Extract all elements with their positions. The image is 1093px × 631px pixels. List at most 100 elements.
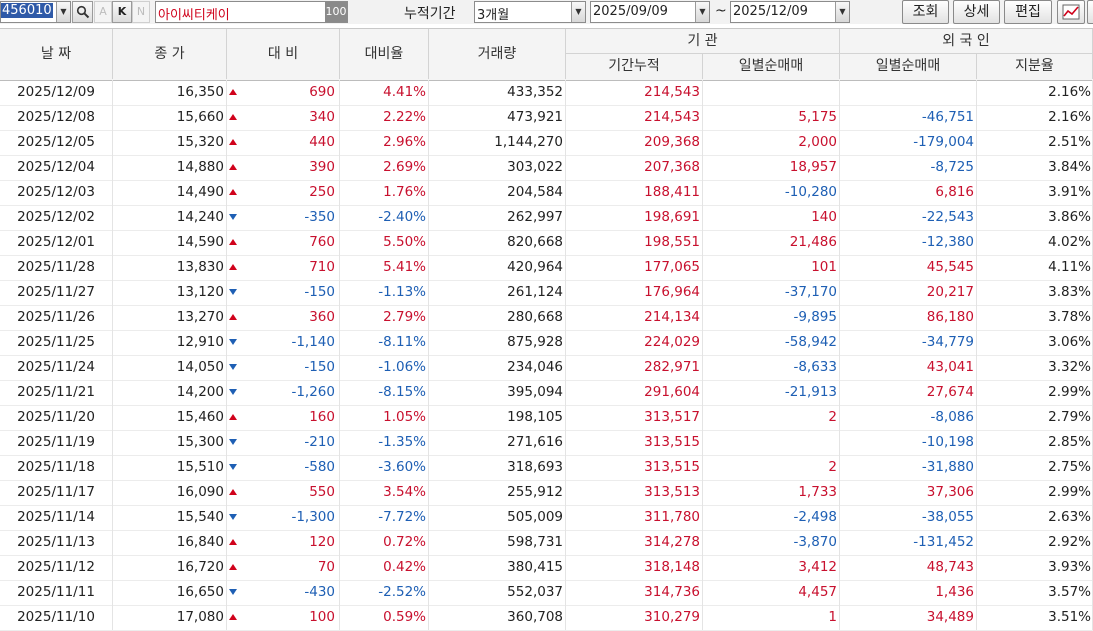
table-row[interactable]: 2025/11/26 13,270 360 2.79% 280,668 214,134 -9… [0, 305, 1093, 331]
foreign-holding-cell: 4.11% [977, 255, 1093, 280]
market-a-button[interactable]: A [94, 1, 112, 23]
inst-daily-cell [703, 430, 840, 455]
chart-icon[interactable] [1057, 0, 1085, 24]
foreign-holding-cell: 3.51% [977, 605, 1093, 630]
period-select[interactable]: 3개월 ▼ [474, 1, 586, 23]
start-date-dropdown-arrow-icon[interactable]: ▼ [695, 2, 709, 22]
table-row[interactable]: 2025/12/01 14,590 760 5.50% 820,668 198,551 21… [0, 230, 1093, 256]
change-rate-cell: 3.54% [340, 480, 429, 505]
foreign-holding-cell: 2.99% [977, 380, 1093, 405]
volume-cell: 360,708 [429, 605, 566, 630]
more-icon[interactable] [1087, 0, 1093, 24]
table-row[interactable]: 2025/11/14 15,540 -1,300 -7.72% 505,009 311,7… [0, 505, 1093, 531]
foreign-daily-cell: 34,489 [840, 605, 977, 630]
col-diff-header[interactable]: 대 비 [227, 29, 340, 79]
inst-cumulative-cell: 313,515 [566, 430, 703, 455]
inst-cumulative-cell: 313,517 [566, 405, 703, 430]
edit-button[interactable]: 편집 [1004, 0, 1052, 24]
market-n-button[interactable]: N [132, 1, 150, 23]
volume-cell: 433,352 [429, 80, 566, 105]
close-price-cell: 14,050 [113, 355, 227, 380]
table-row[interactable]: 2025/12/08 15,660 340 2.22% 473,921 214,543 5,… [0, 105, 1093, 131]
detail-button[interactable]: 상세 [953, 0, 1000, 24]
table-row[interactable]: 2025/11/11 16,650 -430 -2.52% 552,037 314,736… [0, 580, 1093, 606]
inst-daily-cell: 21,486 [703, 230, 840, 255]
volume-cell: 262,997 [429, 205, 566, 230]
col-foreign-daily-header[interactable]: 일별순매매 [840, 54, 977, 79]
volume-cell: 473,921 [429, 105, 566, 130]
col-close-header[interactable]: 종 가 [113, 29, 227, 79]
inst-daily-cell: 2,000 [703, 130, 840, 155]
table-row[interactable]: 2025/11/20 15,460 160 1.05% 198,105 313,517 2-… [0, 405, 1093, 431]
date-cell: 2025/11/25 [0, 330, 113, 355]
table-row[interactable]: 2025/12/05 15,320 440 2.96% 1,144,270 209,368… [0, 130, 1093, 156]
date-cell: 2025/11/24 [0, 355, 113, 380]
date-cell: 2025/12/03 [0, 180, 113, 205]
table-row[interactable]: 2025/11/13 16,840 120 0.72% 598,731 314,278 -3… [0, 530, 1093, 556]
stock-code-dropdown-arrow-icon[interactable]: ▼ [56, 2, 70, 22]
table-row[interactable]: 2025/11/24 14,050 -150 -1.06% 234,046 282,971… [0, 355, 1093, 381]
table-row[interactable]: 2025/11/12 16,720 70 0.42% 380,415 318,148 3,4… [0, 555, 1093, 581]
table-row[interactable]: 2025/11/25 12,910 -1,140 -8.11% 875,928 224,0… [0, 330, 1093, 356]
date-cell: 2025/11/20 [0, 405, 113, 430]
foreign-daily-cell: -12,380 [840, 230, 977, 255]
inst-daily-cell: 2 [703, 405, 840, 430]
inst-daily-cell: -8,633 [703, 355, 840, 380]
close-price-cell: 17,080 [113, 605, 227, 630]
col-inst-daily-header[interactable]: 일별순매매 [703, 54, 840, 79]
date-cell: 2025/12/04 [0, 155, 113, 180]
col-foreign-holding-header[interactable]: 지분율 [977, 54, 1093, 79]
change-rate-cell: 1.05% [340, 405, 429, 430]
col-rate-header[interactable]: 대비율 [340, 29, 429, 79]
table-row[interactable]: 2025/11/21 14,200 -1,260 -8.15% 395,094 291,6… [0, 380, 1093, 406]
foreign-daily-cell: 37,306 [840, 480, 977, 505]
up-arrow-icon [229, 564, 237, 570]
stock-code-combo[interactable]: 456010 ▼ [0, 1, 71, 23]
change-cell: -150 [227, 280, 340, 305]
change-rate-cell: -2.40% [340, 205, 429, 230]
foreign-holding-cell: 4.02% [977, 230, 1093, 255]
col-inst-cumulative-header[interactable]: 기간누적 [566, 54, 703, 79]
change-cell: 710 [227, 255, 340, 280]
end-date-picker[interactable]: 2025/12/09 ▼ [730, 1, 850, 23]
table-row[interactable]: 2025/12/04 14,880 390 2.69% 303,022 207,368 18… [0, 155, 1093, 181]
end-date-dropdown-arrow-icon[interactable]: ▼ [835, 2, 849, 22]
up-arrow-icon [229, 239, 237, 245]
volume-cell: 204,584 [429, 180, 566, 205]
change-rate-cell: -1.35% [340, 430, 429, 455]
date-cell: 2025/12/08 [0, 105, 113, 130]
table-row[interactable]: 2025/12/09 16,350 690 4.41% 433,352 214,543 2.… [0, 80, 1093, 106]
search-icon[interactable] [72, 1, 93, 23]
period-value: 3개월 [477, 8, 510, 23]
date-cell: 2025/11/12 [0, 555, 113, 580]
date-cell: 2025/11/21 [0, 380, 113, 405]
table-row[interactable]: 2025/11/19 15,300 -210 -1.35% 271,616 313,515… [0, 430, 1093, 456]
volume-cell: 255,912 [429, 480, 566, 505]
stock-name-field[interactable]: 아이씨티케이 100 [155, 1, 348, 23]
market-k-button[interactable]: K [112, 1, 132, 23]
table-row[interactable]: 2025/12/03 14,490 250 1.76% 204,584 188,411 -1… [0, 180, 1093, 206]
date-cell: 2025/11/14 [0, 505, 113, 530]
change-cell: 390 [227, 155, 340, 180]
change-rate-cell: -7.72% [340, 505, 429, 530]
change-rate-cell: 2.22% [340, 105, 429, 130]
close-price-cell: 15,460 [113, 405, 227, 430]
period-dropdown-arrow-icon[interactable]: ▼ [571, 2, 585, 22]
inst-cumulative-cell: 214,134 [566, 305, 703, 330]
search-button[interactable]: 조회 [902, 0, 949, 24]
foreign-holding-cell: 2.85% [977, 430, 1093, 455]
col-volume-header[interactable]: 거래량 [429, 29, 566, 79]
table-row[interactable]: 2025/11/28 13,830 710 5.41% 420,964 177,065 10… [0, 255, 1093, 281]
volume-cell: 318,693 [429, 455, 566, 480]
stock-code-input[interactable]: 456010 [1, 3, 53, 18]
date-range-separator: ~ [715, 3, 727, 19]
start-date-picker[interactable]: 2025/09/09 ▼ [590, 1, 710, 23]
foreign-group-header: 외 국 인 [840, 29, 1093, 54]
table-row[interactable]: 2025/11/10 17,080 100 0.59% 360,708 310,279 1 3… [0, 605, 1093, 631]
table-row[interactable]: 2025/11/18 15,510 -580 -3.60% 318,693 313,515… [0, 455, 1093, 481]
table-row[interactable]: 2025/11/17 16,090 550 3.54% 255,912 313,513 1,… [0, 480, 1093, 506]
table-row[interactable]: 2025/12/02 14,240 -350 -2.40% 262,997 198,691… [0, 205, 1093, 231]
col-date-header[interactable]: 날 짜 [0, 29, 113, 79]
table-row[interactable]: 2025/11/27 13,120 -150 -1.13% 261,124 176,964… [0, 280, 1093, 306]
date-cell: 2025/12/02 [0, 205, 113, 230]
